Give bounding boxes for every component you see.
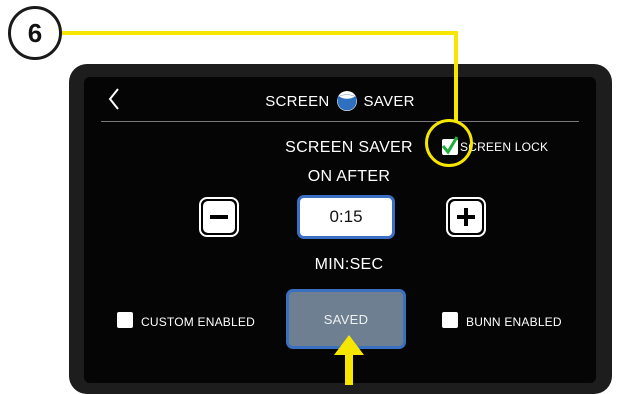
screen-lock-label: SCREEN LOCK bbox=[460, 140, 549, 154]
callout-leader-vertical bbox=[454, 31, 458, 121]
screen-saver-label: SCREEN SAVER bbox=[285, 139, 413, 156]
timer-value: 0:15 bbox=[329, 207, 363, 226]
page-title: SCREEN SAVER bbox=[84, 90, 596, 112]
bunn-enabled-checkbox[interactable] bbox=[442, 312, 458, 328]
saved-button-label: SAVED bbox=[323, 311, 369, 327]
minus-icon bbox=[210, 215, 228, 219]
custom-enabled-checkbox[interactable] bbox=[117, 312, 133, 328]
increase-button[interactable] bbox=[446, 197, 486, 237]
title-left: SCREEN bbox=[265, 92, 330, 110]
callout-leader-horizontal bbox=[62, 31, 458, 35]
highlight-ring bbox=[425, 119, 473, 167]
custom-enabled-label: CUSTOM ENABLED bbox=[141, 315, 255, 329]
on-after-label: ON AFTER bbox=[307, 168, 391, 185]
header-divider bbox=[101, 121, 579, 122]
timer-value-field[interactable]: 0:15 bbox=[297, 195, 395, 239]
callout-number-label: 6 bbox=[27, 17, 43, 48]
bunn-enabled-label: BUNN ENABLED bbox=[466, 315, 562, 329]
decrease-button[interactable] bbox=[199, 197, 239, 237]
screen-saver-logo-icon bbox=[336, 91, 357, 111]
plus-icon bbox=[457, 208, 475, 226]
title-right: SAVER bbox=[363, 92, 415, 110]
unit-label: MIN:SEC bbox=[314, 256, 384, 273]
pointer-arrow-icon bbox=[334, 335, 364, 385]
callout-number: 6 bbox=[8, 6, 62, 60]
